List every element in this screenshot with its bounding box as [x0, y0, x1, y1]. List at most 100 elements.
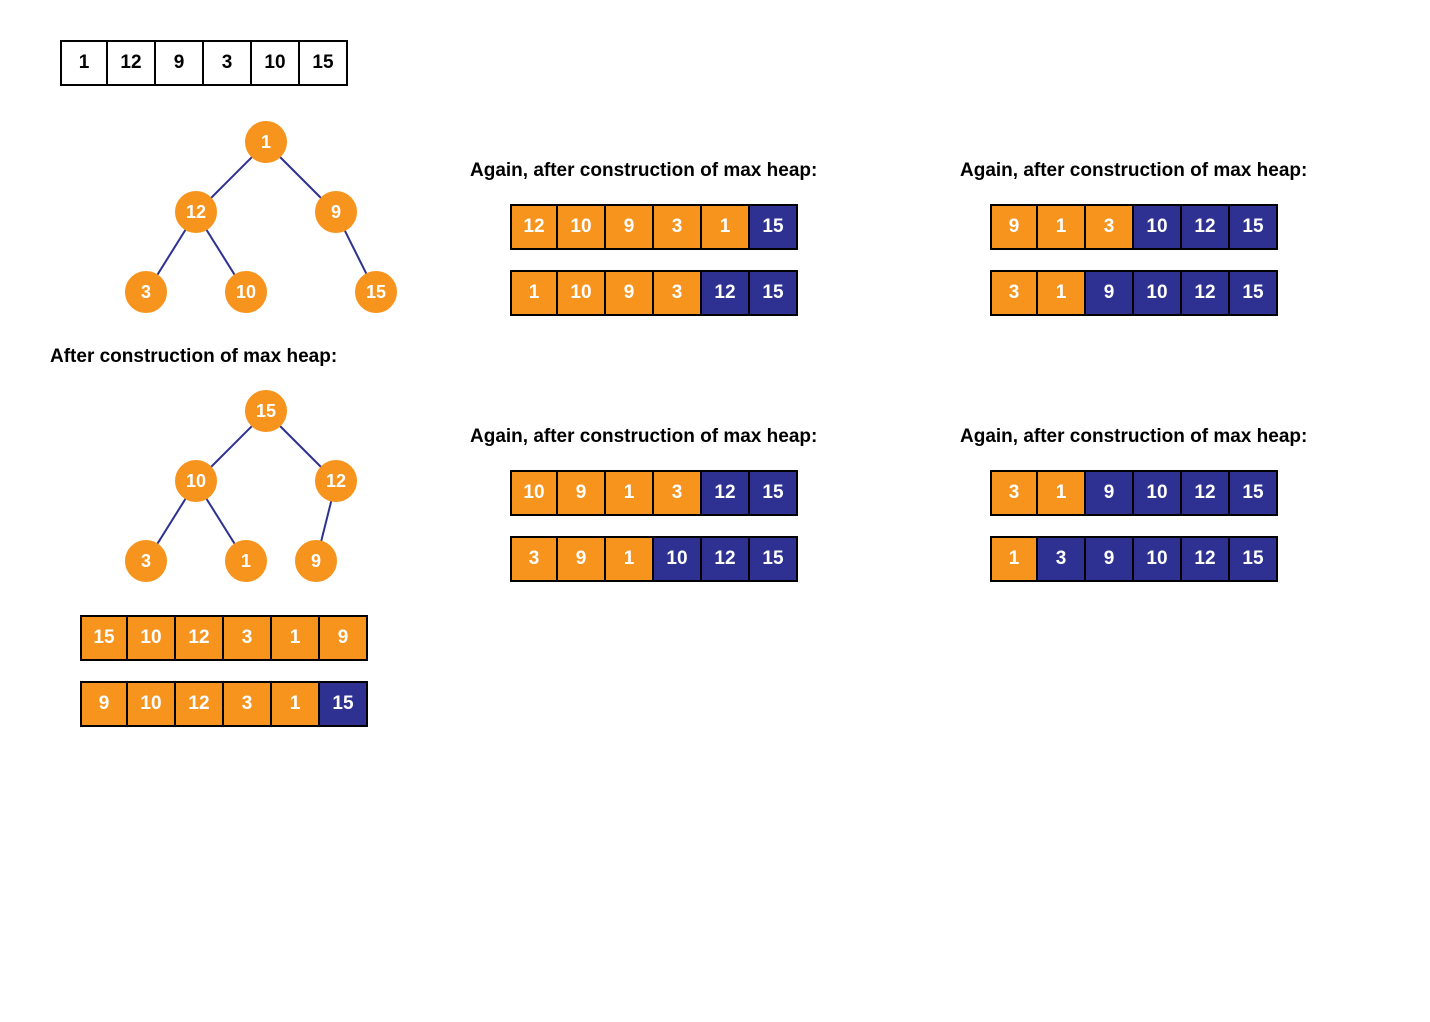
array-cell: 3	[990, 470, 1038, 516]
caption-again-3: Again, after construction of max heap:	[960, 160, 1350, 182]
array-cell: 9	[990, 204, 1038, 250]
tree-node: 3	[125, 271, 167, 313]
tree-node: 1	[225, 540, 267, 582]
tree-node: 15	[355, 271, 397, 313]
array-cell: 15	[750, 536, 798, 582]
tree-node: 9	[315, 191, 357, 233]
array-cell: 9	[558, 470, 606, 516]
array-cell: 12	[702, 536, 750, 582]
column-3: Again, after construction of max heap: 9…	[930, 40, 1380, 982]
tree-node: 12	[315, 460, 357, 502]
array-step2-swap: 110931215	[510, 270, 900, 316]
tree-node: 9	[295, 540, 337, 582]
tree-node: 15	[245, 390, 287, 432]
initial-array: 112931015	[60, 40, 440, 86]
array-cell: 10	[1134, 204, 1182, 250]
array-cell: 1	[1038, 204, 1086, 250]
tree-node: 10	[225, 271, 267, 313]
array-cell: 12	[510, 204, 558, 250]
array-cell: 10	[654, 536, 702, 582]
array-after-swap-1: 910123115	[80, 681, 440, 727]
array-cell: 12	[1182, 204, 1230, 250]
tree-node: 3	[125, 540, 167, 582]
array-cell: 15	[80, 615, 128, 661]
array-cell: 3	[224, 615, 272, 661]
array-cell: 10	[510, 470, 558, 516]
array-cell: 1	[510, 270, 558, 316]
array-cell: 15	[1230, 204, 1278, 250]
array-cell: 1	[60, 40, 108, 86]
array-cell: 1	[702, 204, 750, 250]
tree-node: 1	[245, 121, 287, 163]
caption-again-4: Again, after construction of max heap:	[960, 426, 1350, 448]
array-cell: 15	[750, 470, 798, 516]
array-step4-heap: 913101215	[990, 204, 1350, 250]
array-cell: 10	[1134, 536, 1182, 582]
array-cell: 10	[128, 615, 176, 661]
array-cell: 15	[1230, 470, 1278, 516]
array-cell: 1	[990, 536, 1038, 582]
array-cell: 9	[1086, 470, 1134, 516]
array-step2-heap: 121093115	[510, 204, 900, 250]
array-cell: 12	[1182, 536, 1230, 582]
array-cell: 9	[156, 40, 204, 86]
array-cell: 15	[300, 40, 348, 86]
tree-node: 12	[175, 191, 217, 233]
array-cell: 1	[606, 470, 654, 516]
array-cell: 15	[1230, 536, 1278, 582]
array-cell: 10	[128, 681, 176, 727]
array-cell: 9	[606, 204, 654, 250]
array-cell: 10	[252, 40, 300, 86]
step-3-block: Again, after construction of max heap: 1…	[470, 426, 900, 582]
array-step5-swap: 139101215	[990, 536, 1350, 582]
array-cell: 3	[990, 270, 1038, 316]
caption-again-2: Again, after construction of max heap:	[470, 426, 900, 448]
tree-maxheap: 15 10 12 3 19	[95, 390, 395, 590]
array-step4-swap: 319101215	[990, 270, 1350, 316]
array-cell: 3	[654, 470, 702, 516]
array-cell: 9	[1086, 536, 1134, 582]
array-cell: 3	[1038, 536, 1086, 582]
array-cell: 15	[320, 681, 368, 727]
array-step5-heap: 319101215	[990, 470, 1350, 516]
array-cell: 12	[176, 615, 224, 661]
array-cell: 12	[108, 40, 156, 86]
array-cell: 9	[558, 536, 606, 582]
array-cell: 12	[1182, 470, 1230, 516]
array-cell: 9	[1086, 270, 1134, 316]
array-cell: 3	[654, 204, 702, 250]
tree-node: 10	[175, 460, 217, 502]
caption-after-build: After construction of max heap:	[50, 346, 440, 368]
array-cell: 3	[1086, 204, 1134, 250]
heap-sort-diagram: 112931015 112931015 After construction o…	[0, 0, 1430, 1022]
array-cell: 1	[272, 615, 320, 661]
array-step3-heap: 109131215	[510, 470, 900, 516]
column-2: Again, after construction of max heap: 1…	[440, 40, 930, 982]
array-step3-swap: 391101215	[510, 536, 900, 582]
array-cell: 1	[606, 536, 654, 582]
tree-initial: 1 12 9 3 10 15	[95, 121, 395, 321]
array-cell: 15	[750, 204, 798, 250]
column-1: 112931015 112931015 After construction o…	[50, 40, 440, 982]
array-cell: 12	[176, 681, 224, 727]
array-cell: 12	[1182, 270, 1230, 316]
array-cell: 9	[80, 681, 128, 727]
array-cell: 12	[702, 270, 750, 316]
array-cell: 12	[702, 470, 750, 516]
array-cell: 10	[558, 204, 606, 250]
step-4-block: Again, after construction of max heap: 9…	[960, 160, 1350, 316]
array-cell: 15	[1230, 270, 1278, 316]
array-cell: 15	[750, 270, 798, 316]
array-after-build: 151012319	[80, 615, 440, 661]
caption-again-1: Again, after construction of max heap:	[470, 160, 900, 182]
array-cell: 9	[606, 270, 654, 316]
array-cell: 1	[1038, 470, 1086, 516]
array-cell: 9	[320, 615, 368, 661]
array-cell: 3	[204, 40, 252, 86]
array-cell: 10	[558, 270, 606, 316]
array-cell: 3	[654, 270, 702, 316]
array-cell: 10	[1134, 270, 1182, 316]
array-cell: 10	[1134, 470, 1182, 516]
array-cell: 3	[224, 681, 272, 727]
array-cell: 3	[510, 536, 558, 582]
